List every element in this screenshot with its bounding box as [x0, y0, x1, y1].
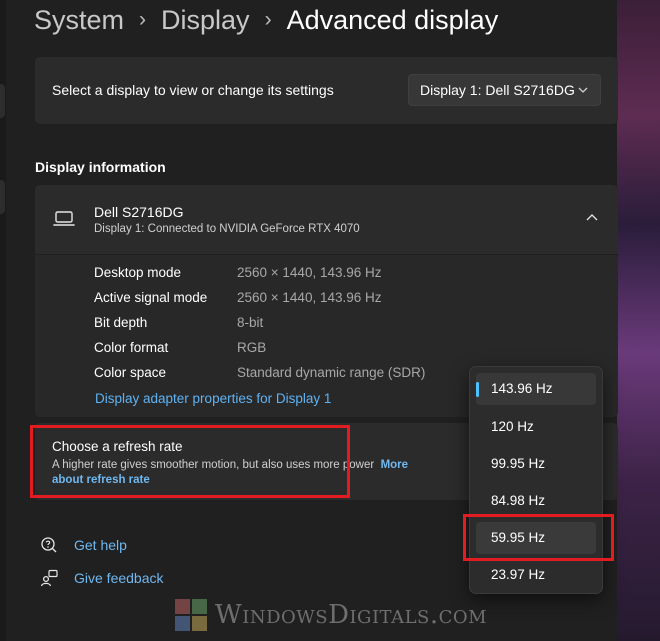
chevron-right-icon: › [264, 8, 272, 31]
display-select-card: Select a display to view or change its s… [35, 57, 618, 124]
bit-depth-value: 8-bit [237, 315, 264, 330]
refresh-option-99-95[interactable]: 99.95 Hz [476, 448, 596, 480]
nav-item-fragment[interactable] [0, 84, 5, 118]
display-info-heading: Display information [35, 159, 166, 175]
display-dropdown[interactable]: Display 1: Dell S2716DG [408, 74, 601, 106]
color-format-label: Color format [94, 340, 169, 355]
refresh-option-label: 99.95 Hz [491, 456, 546, 471]
windows-logo-icon [175, 599, 207, 631]
color-space-value: Standard dynamic range (SDR) [237, 365, 426, 380]
get-help-row[interactable]: Get help [40, 536, 127, 554]
refresh-option-23-97[interactable]: 23.97 Hz [476, 559, 596, 591]
active-signal-label: Active signal mode [94, 290, 208, 305]
display-name: Dell S2716DG [94, 204, 184, 220]
get-help-link[interactable]: Get help [74, 537, 127, 553]
display-select-label: Select a display to view or change its s… [52, 82, 334, 98]
refresh-option-label: 120 Hz [491, 419, 534, 434]
display-dropdown-value: Display 1: Dell S2716DG [420, 82, 575, 98]
chevron-right-icon: › [139, 8, 147, 31]
give-feedback-row[interactable]: Give feedback [40, 569, 164, 587]
desktop-wallpaper [617, 0, 660, 641]
watermark-text: WindowsDigitals.com [215, 600, 488, 630]
display-adapter-link[interactable]: Display adapter properties for Display 1 [95, 391, 331, 406]
refresh-option-label: 84.98 Hz [491, 493, 546, 508]
refresh-option-84-98[interactable]: 84.98 Hz [476, 485, 596, 517]
help-icon [41, 537, 57, 553]
desktop-mode-value: 2560 × 1440, 143.96 Hz [237, 265, 382, 280]
breadcrumb-system[interactable]: System [34, 5, 124, 36]
nav-item-fragment[interactable] [0, 180, 5, 214]
display-info-header[interactable]: Dell S2716DG Display 1: Connected to NVI… [35, 185, 618, 255]
desktop-mode-label: Desktop mode [94, 265, 182, 280]
chevron-down-icon [578, 87, 588, 93]
laptop-icon [53, 211, 75, 226]
refresh-option-label: 23.97 Hz [491, 567, 546, 582]
page-title: Advanced display [286, 4, 499, 35]
highlight-box [30, 425, 350, 498]
color-space-label: Color space [94, 365, 167, 380]
highlight-box [463, 514, 614, 561]
selection-indicator [476, 382, 479, 397]
breadcrumb: System › Display › Advanced display [34, 2, 498, 38]
watermark: WindowsDigitals.com [175, 597, 487, 633]
bit-depth-label: Bit depth [94, 315, 148, 330]
refresh-option-143-96[interactable]: 143.96 Hz [476, 373, 596, 405]
active-signal-value: 2560 × 1440, 143.96 Hz [237, 290, 382, 305]
feedback-icon [40, 569, 58, 587]
refresh-option-label: 143.96 Hz [491, 381, 553, 396]
refresh-option-120[interactable]: 120 Hz [476, 411, 596, 443]
display-connection: Display 1: Connected to NVIDIA GeForce R… [94, 223, 360, 235]
color-format-value: RGB [237, 340, 267, 355]
breadcrumb-display[interactable]: Display [161, 5, 250, 36]
give-feedback-link[interactable]: Give feedback [74, 570, 164, 586]
chevron-up-icon[interactable] [586, 213, 598, 223]
